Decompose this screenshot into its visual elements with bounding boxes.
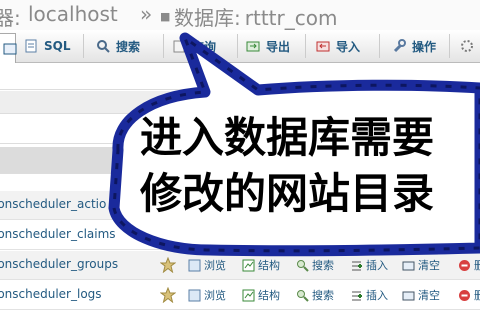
blank-strip (0, 63, 480, 90)
drop-label: 删 (474, 259, 480, 272)
table-name[interactable]: ionscheduler_logs (0, 287, 102, 301)
search-action[interactable]: 搜索 (296, 257, 334, 273)
insert-action[interactable]: 插入 (350, 257, 388, 273)
table-header-row (0, 147, 480, 174)
tab-query-label: 查询 (192, 39, 217, 54)
drop-icon (458, 289, 471, 302)
tab-sql-text: SQL (44, 39, 71, 53)
database-icon: ■ (160, 10, 171, 23)
table-row[interactable]: ionscheduler_actio (0, 191, 480, 220)
sql-icon (24, 39, 38, 53)
structure-action-icon (242, 259, 255, 272)
structure-label: 结构 (258, 289, 280, 302)
tab-sql[interactable]: SQL (18, 34, 84, 58)
content-panel: ionscheduler_actio ionscheduler_claims i… (0, 63, 480, 320)
structure-icon (3, 42, 17, 56)
tab-operations[interactable]: 操作 (386, 34, 450, 58)
empty-action[interactable]: 清空 (402, 287, 440, 303)
table-name[interactable]: ionscheduler_claims (0, 227, 116, 241)
filter-input[interactable] (0, 117, 480, 144)
favorite-star-icon[interactable] (160, 257, 176, 273)
structure-action-icon (242, 289, 255, 302)
tab-import-label: 导入 (336, 39, 361, 54)
table-row[interactable]: ionscheduler_logs 浏览 结构 搜索 插入 清空 删 (0, 281, 480, 310)
breadcrumb-database[interactable]: 数据库: rtttr_com (174, 2, 338, 30)
breadcrumb-separator: » (140, 2, 153, 26)
insert-action[interactable]: 插入 (350, 287, 388, 303)
search-bar[interactable] (0, 91, 480, 114)
browse-label: 浏览 (204, 289, 226, 302)
tab-import[interactable]: 导入 (310, 34, 380, 58)
structure-label: 结构 (258, 259, 280, 272)
routines-icon (460, 39, 474, 53)
tab-structure[interactable] (0, 33, 17, 63)
structure-action[interactable]: 结构 (242, 287, 280, 303)
structure-action[interactable]: 结构 (242, 257, 280, 273)
browse-label: 浏览 (204, 259, 226, 272)
search-icon (96, 39, 110, 53)
breadcrumb-db-label: 数据库: (174, 6, 241, 30)
browse-action[interactable]: 浏览 (188, 287, 226, 303)
import-icon (316, 39, 330, 53)
empty-icon (402, 259, 415, 272)
search-action[interactable]: 搜索 (296, 287, 334, 303)
breadcrumb-server[interactable]: localhost (28, 2, 118, 26)
table-row[interactable]: ionscheduler_claims (0, 221, 480, 250)
empty-label: 清空 (418, 289, 440, 302)
toolbar-tabs: SQL 搜索 查询 导出 导入 操作 (0, 30, 480, 63)
insert-label: 插入 (366, 259, 388, 272)
table-row[interactable]: ionscheduler_groups 浏览 结构 搜索 插入 清空 删 (0, 251, 480, 280)
drop-label: 删 (474, 289, 480, 302)
wrench-icon (392, 39, 406, 53)
search-action-icon (296, 289, 309, 302)
drop-action[interactable]: 删 (458, 257, 480, 273)
tab-search[interactable]: 搜索 (90, 34, 164, 58)
tab-search-label: 搜索 (116, 39, 141, 54)
favorite-star-icon[interactable] (160, 287, 176, 303)
tab-export-label: 导出 (266, 39, 291, 54)
empty-label: 清空 (418, 259, 440, 272)
table-name[interactable]: ionscheduler_groups (0, 257, 118, 271)
tab-export[interactable]: 导出 (240, 34, 306, 58)
tab-operations-label: 操作 (412, 39, 437, 54)
insert-label: 插入 (366, 289, 388, 302)
query-icon (172, 39, 186, 53)
search-action-icon (296, 259, 309, 272)
browse-icon (188, 259, 201, 272)
search-label: 搜索 (312, 259, 334, 272)
search-label: 搜索 (312, 289, 334, 302)
drop-icon (458, 259, 471, 272)
tab-routines[interactable] (454, 34, 480, 58)
table-name[interactable]: ionscheduler_actio (0, 197, 106, 211)
tab-query[interactable]: 查询 (166, 34, 238, 58)
drop-action[interactable]: 删 (458, 287, 480, 303)
browse-icon (188, 289, 201, 302)
export-icon (246, 39, 260, 53)
empty-action[interactable]: 清空 (402, 257, 440, 273)
empty-icon (402, 289, 415, 302)
insert-icon (350, 289, 363, 302)
breadcrumb-db-name: rtttr_com (244, 6, 338, 30)
breadcrumb: 器: localhost » ■ 数据库:rtttr_com (0, 0, 480, 31)
breadcrumb-server-prefix: 器: (0, 6, 21, 30)
insert-icon (350, 259, 363, 272)
browse-action[interactable]: 浏览 (188, 257, 226, 273)
